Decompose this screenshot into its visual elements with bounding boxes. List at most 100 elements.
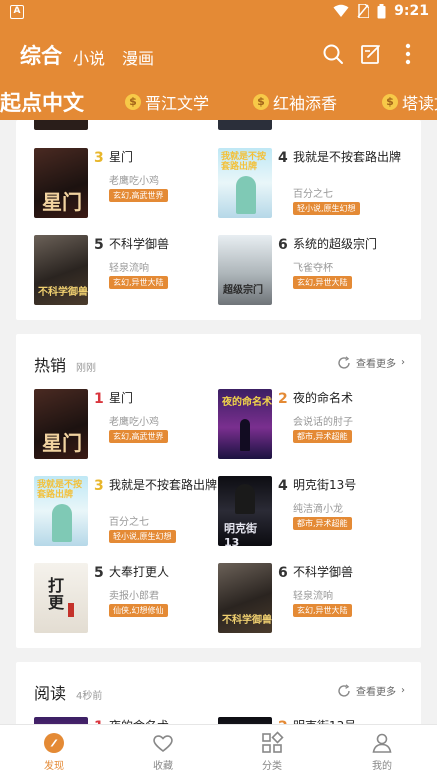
search-icon[interactable] [321,42,345,66]
rank-number: 4 [278,478,288,494]
book-cover: 明克街13 [218,476,272,546]
tab-comic[interactable]: 漫画 [122,45,154,69]
book-item[interactable]: 星门 3 星门 老鹰吃小鸡 玄幻,高武世界 [34,148,224,222]
book-cover: 星门 [34,148,88,218]
rank-number: 5 [94,565,104,581]
ranking-card-top: 星门 3 星门 老鹰吃小鸡 玄幻,高武世界 我就是不按 套路出牌 4 我就是不按套… [16,120,421,320]
source-label: 晋江文学 [145,94,210,113]
book-item[interactable]: 超级宗门 6 系统的超级宗门 飞雀夺杯 玄幻,异世大陆 [218,235,408,309]
refresh-icon [338,683,350,697]
source-tab-tadu[interactable]: $ 塔读文 [382,90,437,114]
ranking-card-hot: 热销 刚刚 查看更多 › 星门 1 星门 老鹰吃小鸡 玄幻,高武世界 夜的命名术… [16,334,421,648]
person-icon [372,733,392,753]
nav-label: 分类 [262,761,282,772]
book-item[interactable]: 不科学御兽 6 不科学御兽 轻泉流响 玄幻,异世大陆 [218,563,408,637]
rank-number: 1 [94,391,104,407]
chevron-right-icon: › [401,685,405,696]
book-author: 轻泉流响 [109,263,149,274]
book-title: 我就是不按套路出牌 [293,150,402,164]
tab-general[interactable]: 综合 [20,40,62,70]
book-item[interactable]: 我就是不按 套路出牌 3 我就是不按套路出牌 百分之七 轻小说,原生幻想 [34,476,224,550]
section-title: 阅读 [34,684,67,703]
book-cover: 星门 [34,389,88,459]
book-tags: 玄幻,异世大陆 [293,604,352,617]
source-label: 起点中文 [0,91,84,115]
source-tab-qidian[interactable]: 起点中文 [0,87,84,117]
book-tags: 仙侠,幻想修仙 [109,604,168,617]
coin-icon: $ [253,94,269,110]
book-title: 我就是不按套路出牌 [109,478,218,492]
book-title: 明克街13号 [293,478,357,492]
book-item[interactable]: 不科学御兽 5 不科学御兽 轻泉流响 玄幻,异世大陆 [34,235,224,309]
no-sim-icon [357,4,370,18]
source-tabs: 起点中文 $ 晋江文学 $ 红袖添香 $ 塔读文 [0,82,437,120]
book-title: 夜的命名术 [293,391,354,405]
book-cover: 我就是不按 套路出牌 [218,148,272,218]
book-tags: 轻小说,原生幻想 [109,530,176,543]
book-author: 轻泉流响 [293,591,333,602]
more-menu-icon[interactable] [396,42,420,66]
book-author: 会说话的肘子 [293,417,353,428]
nav-favorites[interactable]: 收藏 [133,731,193,772]
book-cover: 不科学御兽 [218,563,272,633]
book-cover: 我就是不按 套路出牌 [34,476,88,546]
book-author: 百分之七 [109,517,149,528]
book-item[interactable]: 星门 1 星门 老鹰吃小鸡 玄幻,高武世界 [34,389,224,463]
bottom-nav: 发现 收藏 分类 我的 [0,724,437,776]
book-item[interactable]: 明克街13 4 明克街13号 纯洁滴小龙 都市,异术超能 [218,476,408,550]
book-title: 大奉打更人 [109,565,170,579]
nav-label: 收藏 [153,761,173,772]
rank-number: 4 [278,150,288,166]
status-bar: A 9:21 [0,0,437,26]
book-author: 百分之七 [293,189,333,200]
book-cover [218,120,272,130]
book-tags: 轻小说,原生幻想 [293,202,360,215]
nav-discover[interactable]: 发现 [24,731,84,772]
tab-novel[interactable]: 小说 [73,45,105,69]
book-author: 老鹰吃小鸡 [109,176,159,187]
book-tags: 玄幻,异世大陆 [293,276,352,289]
rank-number: 3 [94,150,104,166]
book-tags: 都市,异术超能 [293,517,352,530]
rank-number: 2 [278,391,288,407]
book-author: 老鹰吃小鸡 [109,417,159,428]
nav-profile[interactable]: 我的 [352,731,412,772]
grid-icon [262,731,284,753]
wifi-icon [333,4,349,17]
view-more-button[interactable]: 查看更多 › [337,683,405,698]
source-tab-jinjiang[interactable]: $ 晋江文学 [125,90,209,114]
book-item[interactable]: 夜的命名术 2 夜的命名术 会说话的肘子 都市,异术超能 [218,389,408,463]
book-author: 卖报小郎君 [109,591,159,602]
book-cover: 夜的命名术 [218,389,272,459]
refresh-icon [338,355,350,369]
view-more-label: 查看更多 [356,687,396,698]
coin-icon: $ [382,94,398,110]
view-more-button[interactable]: 查看更多 › [337,355,405,370]
nav-label: 发现 [44,761,64,772]
view-more-label: 查看更多 [356,359,396,370]
source-label: 红袖添香 [273,94,338,113]
rank-number: 3 [94,478,104,494]
book-author: 纯洁滴小龙 [293,504,343,515]
nav-categories[interactable]: 分类 [242,731,302,772]
book-item[interactable]: 打更 5 大奉打更人 卖报小郎君 仙侠,幻想修仙 [34,563,224,637]
source-label: 塔读文 [402,94,437,113]
source-tab-hongxiu[interactable]: $ 红袖添香 [253,90,337,114]
battery-icon [377,3,386,18]
app-notification-icon: A [10,5,24,19]
book-item[interactable]: 我就是不按 套路出牌 4 我就是不按套路出牌 百分之七 轻小说,原生幻想 [218,148,408,222]
book-tags: 玄幻,异世大陆 [109,276,168,289]
book-title: 不科学御兽 [109,237,170,251]
book-tags: 玄幻,高武世界 [109,430,168,443]
compass-icon [44,733,64,753]
clock: 9:21 [394,3,429,19]
coin-icon: $ [125,94,141,110]
book-cover: 打更 [34,563,88,633]
rank-number: 5 [94,237,104,253]
book-title: 星门 [109,150,134,164]
app-header: 综合 小说 漫画 [0,26,437,82]
rank-number: 6 [278,237,288,253]
book-title: 星门 [109,391,134,405]
book-cover: 超级宗门 [218,235,272,305]
edit-icon[interactable] [359,42,383,66]
